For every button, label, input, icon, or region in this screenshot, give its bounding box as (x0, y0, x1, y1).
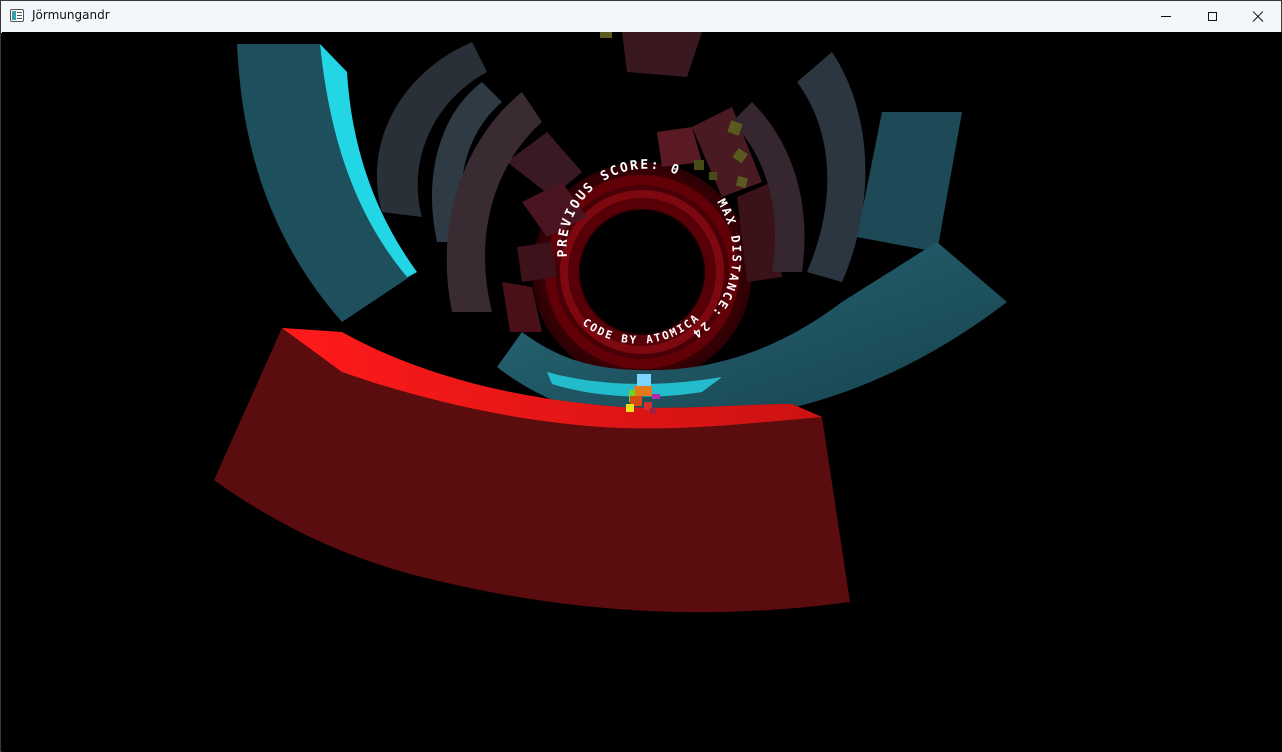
maximize-button[interactable] (1189, 1, 1235, 32)
game-window: Jörmungandr PREVIOUS SCORE: 0 MAX DISTAN… (0, 0, 1282, 752)
minimize-button[interactable] (1143, 1, 1189, 32)
game-viewport[interactable]: PREVIOUS SCORE: 0 MAX DISTANCE: 24.80 LO… (2, 32, 1282, 752)
maximize-icon (1207, 12, 1217, 21)
close-icon (1252, 11, 1264, 23)
game-scene: PREVIOUS SCORE: 0 MAX DISTANCE: 24.80 LO… (2, 32, 1007, 613)
app-window-icon (10, 9, 24, 22)
window-title: Jörmungandr (32, 8, 110, 22)
title-bar[interactable]: Jörmungandr (1, 1, 1281, 33)
minimize-icon (1161, 16, 1171, 17)
close-button[interactable] (1235, 1, 1281, 32)
